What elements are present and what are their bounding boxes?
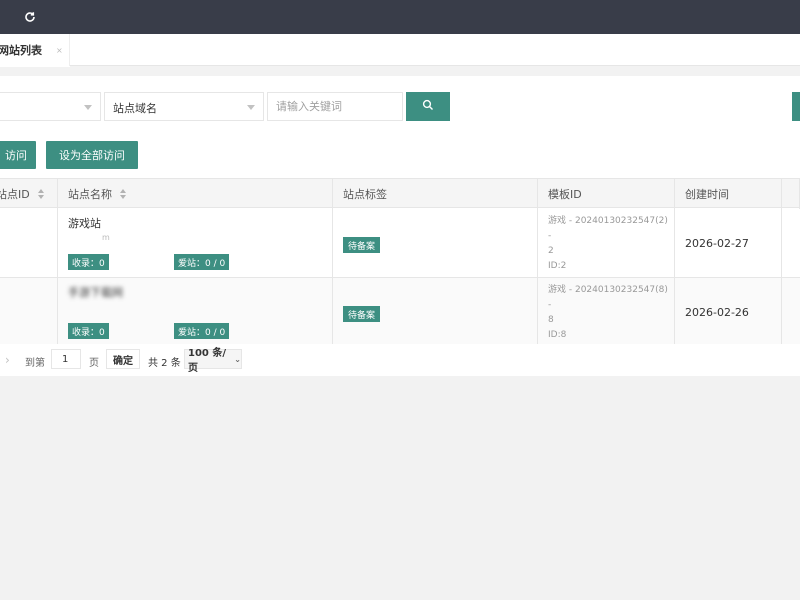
tab-label: 网站列表 — [0, 44, 42, 57]
top-bar — [0, 0, 800, 34]
search-button[interactable] — [406, 92, 450, 121]
field-select[interactable]: 站点域名 — [104, 92, 264, 121]
chevron-down-icon — [84, 105, 92, 110]
filter-row: 站点域名 — [0, 92, 800, 122]
chevron-down-icon: ⌄ — [234, 354, 241, 364]
refresh-icon[interactable] — [22, 9, 38, 25]
table-header: 站点ID 站点名称 站点标签 模板ID 创建时间 — [0, 178, 800, 209]
action-row: 访问 设为全部访问 — [0, 141, 800, 169]
page-input[interactable] — [51, 349, 81, 369]
visit-button[interactable]: 访问 — [0, 141, 36, 169]
col-created: 创建时间 — [675, 179, 782, 209]
cell-id — [0, 278, 58, 347]
site-name: 手游下载网 — [68, 286, 123, 299]
tab-site-list[interactable]: 网站列表 × — [0, 34, 70, 66]
sort-icon[interactable] — [120, 189, 127, 199]
page-size-select[interactable]: 100 条/页 ⌄ — [184, 348, 242, 374]
tab-bar: 网站列表 × — [0, 34, 800, 66]
goto-label: 到第 — [25, 358, 45, 369]
collect-badge: 收录：0 — [68, 323, 109, 339]
content-card: 站点域名 访问 设为全部访问 站点ID 站点名称 — [0, 76, 800, 376]
created-date: 2026-02-26 — [685, 306, 749, 319]
col-extra — [782, 179, 800, 209]
page-unit: 页 — [89, 358, 99, 369]
chevron-down-icon — [247, 105, 255, 110]
status-badge: 待备案 — [343, 306, 381, 322]
col-site-name[interactable]: 站点名称 — [58, 179, 333, 209]
sort-icon[interactable] — [37, 189, 45, 199]
confirm-button[interactable]: 确定 — [106, 349, 140, 369]
search-icon — [422, 99, 434, 114]
collect-badge: 收录：0 — [68, 254, 109, 270]
col-template-id: 模板ID — [538, 179, 675, 209]
col-site-id[interactable]: 站点ID — [0, 179, 58, 209]
next-page-icon[interactable]: › — [5, 353, 10, 367]
love-badge: 爱站：0 / 0 — [174, 254, 230, 270]
cell-template: 游戏 - 20240130232547(8) - 8 ID:8 — [538, 278, 675, 347]
status-badge: 待备案 — [343, 237, 381, 253]
cell-name: 游戏站 m 收录：0 爱站：0 / 0 — [58, 209, 333, 278]
cell-created: 2026-02-27 — [675, 209, 782, 278]
set-all-visit-button[interactable]: 设为全部访问 — [46, 141, 138, 169]
add-button[interactable] — [792, 92, 800, 121]
cell-tag: 待备案 — [333, 209, 538, 278]
cell-id — [0, 209, 58, 278]
filter-select-1[interactable] — [0, 92, 101, 121]
cell-name: 手游下载网 收录：0 爱站：0 / 0 — [58, 278, 333, 347]
col-site-tag: 站点标签 — [333, 179, 538, 209]
cell-created: 2026-02-26 — [675, 278, 782, 347]
pagination: › 到第 页 确定 共 2 条 100 条/页 ⌄ — [0, 344, 800, 376]
love-badge: 爱站：0 / 0 — [174, 323, 230, 339]
field-select-value: 站点域名 — [113, 102, 157, 115]
cell-template: 游戏 - 20240130232547(2) - 2 ID:2 — [538, 209, 675, 278]
table-row: 手游下载网 收录：0 爱站：0 / 0 待备案 游戏 - 20240130232… — [0, 278, 800, 347]
site-domain[interactable]: m — [102, 233, 111, 242]
keyword-input[interactable] — [267, 92, 403, 121]
created-date: 2026-02-27 — [685, 237, 749, 250]
site-name: 游戏站 — [68, 217, 101, 230]
cell-tag: 待备案 — [333, 278, 538, 347]
table-row: 游戏站 m 收录：0 爱站：0 / 0 待备案 游戏 - 20240130232… — [0, 209, 800, 278]
total-count: 共 2 条 — [148, 358, 181, 369]
close-icon[interactable]: × — [56, 46, 63, 55]
